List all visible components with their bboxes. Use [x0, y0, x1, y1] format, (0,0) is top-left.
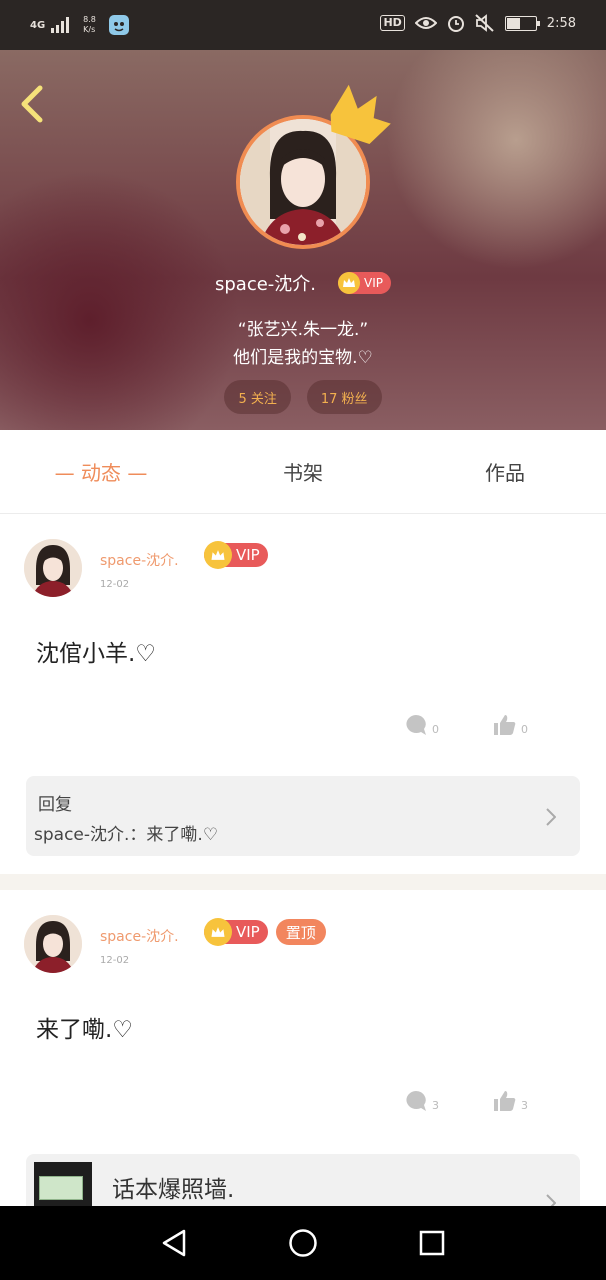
thumbs-up-icon [494, 1091, 516, 1111]
follow-stats: 5 关注 17 粉丝 [0, 380, 606, 414]
alarm-icon [447, 16, 464, 32]
vip-crown-icon [204, 918, 232, 946]
following-button[interactable]: 5 关注 [224, 380, 291, 414]
reply-text: space-沈介.：来了嘞.♡ [34, 825, 219, 845]
profile-bio: “张艺兴.朱一龙.” 他们是我的宝物.♡ [0, 316, 606, 372]
reply-box[interactable]: 回复 space-沈介.：来了嘞.♡ [26, 776, 580, 856]
like-count: 0 [521, 723, 528, 736]
bio-line-1: “张艺兴.朱一龙.” [237, 320, 369, 340]
post-badges: VIP [204, 541, 268, 569]
post-divider [0, 874, 606, 890]
back-arrow-icon[interactable] [18, 84, 48, 124]
comment-button[interactable]: 0 [404, 714, 439, 736]
comment-count: 0 [432, 723, 439, 736]
recents-square-icon[interactable] [418, 1229, 446, 1257]
net-speed: 8.8 K/s [83, 15, 96, 35]
post-badges: VIP 置顶 [204, 918, 326, 946]
profile-tabs: — 动态 — 书架 作品 [0, 430, 606, 514]
profile-name-row: space-沈介. VIP [0, 270, 606, 296]
vip-badge: VIP [338, 272, 391, 294]
comment-count: 3 [432, 1099, 439, 1112]
fans-button[interactable]: 17 粉丝 [306, 380, 382, 414]
mute-icon [475, 14, 494, 32]
avatar-image [24, 539, 82, 597]
pinned-badge: 置顶 [275, 919, 326, 945]
comment-icon [406, 1091, 426, 1111]
vip-badge: VIP [204, 541, 268, 569]
post-stats: 3 3 [404, 1090, 528, 1112]
bio-line-2: 他们是我的宝物.♡ [233, 348, 373, 368]
profile-header: space-沈介. VIP “张艺兴.朱一龙.” 他们是我的宝物.♡ 5 关注 … [0, 50, 606, 430]
profile-name: space-沈介. [214, 274, 317, 295]
tab-works[interactable]: 作品 [404, 430, 606, 513]
back-triangle-icon[interactable] [160, 1228, 188, 1258]
post-date: 12-02 [100, 579, 130, 590]
post-text: 沈倌小羊.♡ [36, 641, 156, 667]
post-card[interactable]: space-沈介. 12-02 VIP 沈倌小羊.♡ 0 0 回复 space-… [0, 514, 606, 874]
like-button[interactable]: 0 [493, 714, 528, 736]
hd-badge: HD [380, 15, 405, 31]
vip-label: VIP [236, 923, 260, 941]
post-text: 来了嘞.♡ [36, 1017, 133, 1043]
clock: 2:58 [546, 15, 576, 31]
article-title: 话本爆照墙. [112, 1177, 235, 1203]
home-circle-icon[interactable] [288, 1228, 318, 1258]
post-author[interactable]: space-沈介. [100, 550, 179, 570]
tab-dynamics[interactable]: — 动态 — [0, 430, 202, 513]
vip-label: VIP [236, 546, 260, 564]
eye-icon [414, 17, 437, 29]
signal-icon [51, 17, 70, 33]
vip-crown-icon [338, 272, 361, 294]
comment-button[interactable]: 3 [404, 1090, 439, 1112]
like-button[interactable]: 3 [493, 1090, 528, 1112]
comment-icon [406, 715, 426, 735]
tab-bookshelf[interactable]: 书架 [202, 430, 404, 513]
system-nav-bar [0, 1206, 606, 1280]
like-count: 3 [521, 1099, 528, 1112]
status-bar: 4G 8.8 K/s HD 2:58 [0, 0, 606, 50]
vip-label: VIP [364, 276, 383, 290]
avatar-image [24, 915, 82, 973]
vip-badge: VIP [204, 918, 268, 946]
post-date: 12-02 [100, 955, 130, 966]
reply-title: 回复 [38, 795, 72, 815]
post-stats: 0 0 [404, 714, 528, 736]
net-speed-value: 8.8 [83, 15, 96, 24]
net-speed-unit: K/s [83, 25, 96, 34]
network-label: 4G [30, 19, 46, 31]
post-author[interactable]: space-沈介. [100, 926, 179, 946]
app-notification-icon [108, 15, 129, 35]
crown-icon [330, 84, 391, 145]
post-avatar[interactable] [24, 915, 82, 973]
post-avatar[interactable] [24, 539, 82, 597]
vip-crown-icon [204, 541, 232, 569]
battery-icon [504, 15, 540, 31]
thumbs-up-icon [494, 715, 516, 735]
chevron-right-icon [546, 808, 556, 826]
